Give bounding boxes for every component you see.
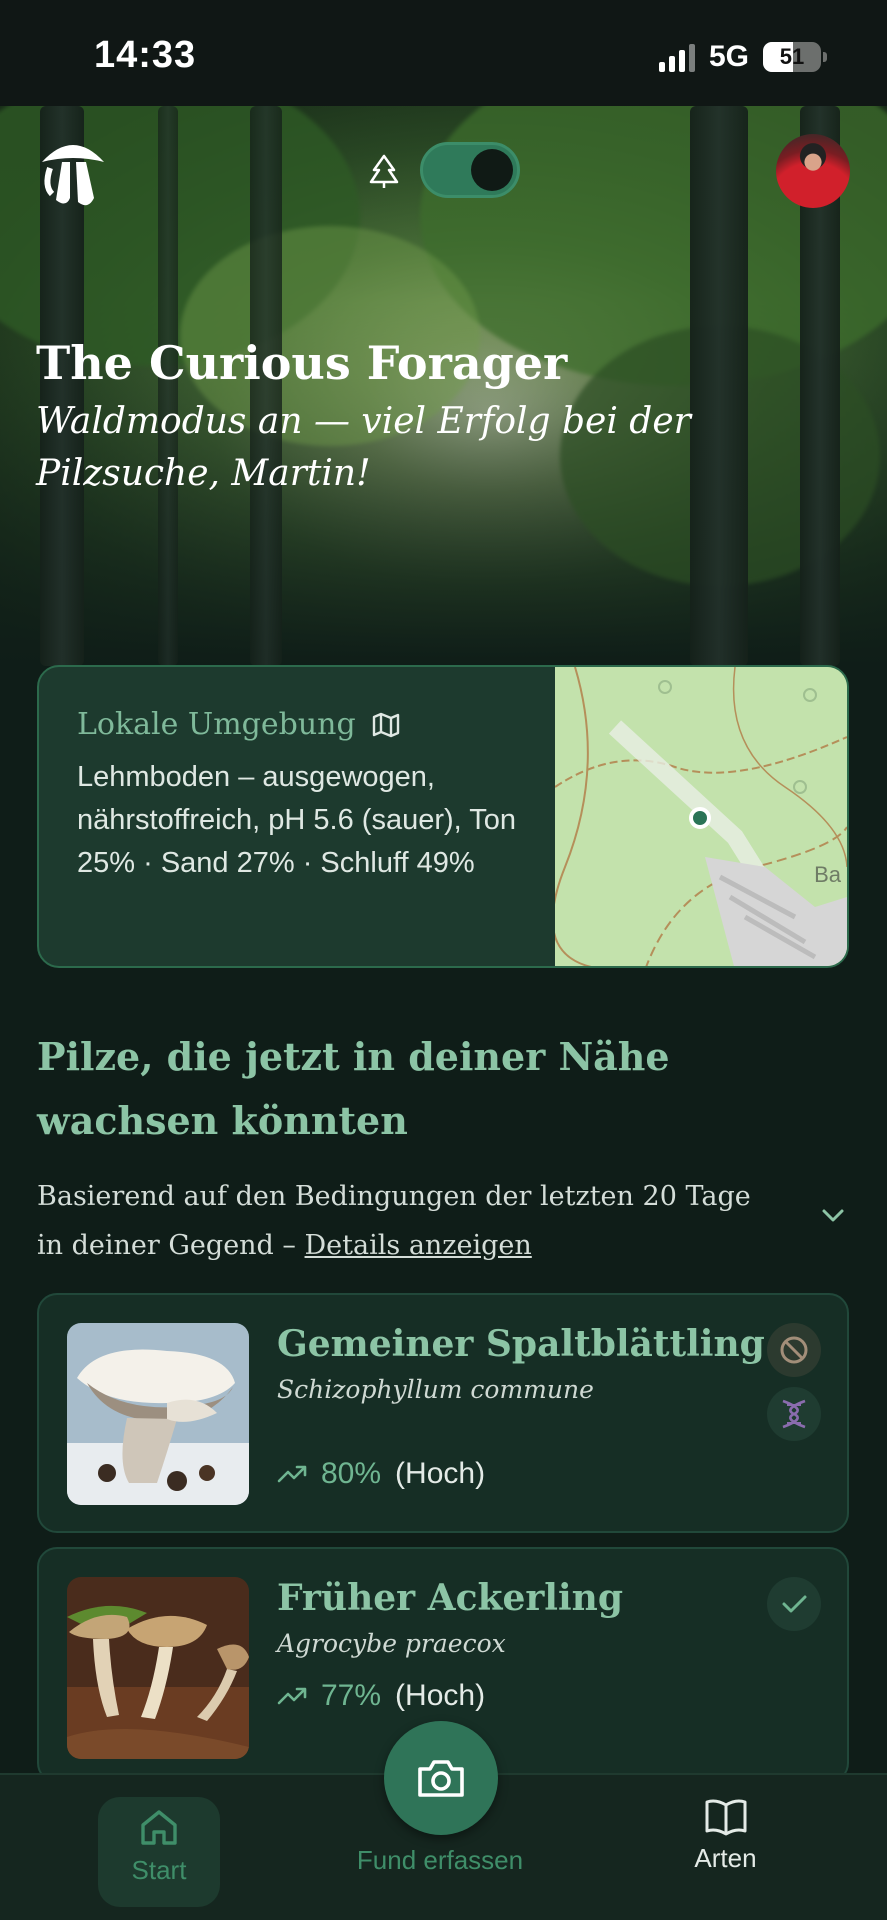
map-icon bbox=[372, 712, 399, 737]
species-latin-name: Agrocybe praecox bbox=[277, 1629, 506, 1658]
forest-mode-toggle[interactable] bbox=[420, 142, 520, 198]
growth-probability: 77% (Hoch) bbox=[277, 1679, 485, 1713]
network-label: 5G bbox=[708, 40, 749, 73]
home-icon bbox=[141, 1810, 177, 1845]
nav-capture-label: Fund erfassen bbox=[356, 1845, 524, 1875]
growth-probability: 80% (Hoch) bbox=[277, 1457, 485, 1491]
greeting: Waldmodus an — viel Erfolg bei der Pilzs… bbox=[36, 401, 691, 494]
details-link[interactable]: Details anzeigen bbox=[305, 1230, 532, 1261]
camera-button[interactable] bbox=[384, 1721, 498, 1835]
tree-icon bbox=[369, 154, 399, 188]
status-indicators: 5G 51 bbox=[658, 40, 827, 74]
forbidden-icon bbox=[780, 1336, 808, 1364]
edible-check-button[interactable] bbox=[767, 1577, 821, 1631]
dna-icon bbox=[782, 1399, 806, 1429]
probability-level: (Hoch) bbox=[395, 1457, 486, 1490]
nav-start-label: Start bbox=[131, 1855, 187, 1885]
check-icon bbox=[782, 1595, 807, 1613]
species-card[interactable]: Gemeiner Spaltblättling Schizophyllum co… bbox=[37, 1293, 849, 1533]
species-name: Gemeiner Spaltblättling bbox=[277, 1323, 765, 1365]
hero-banner: The Curious Forager Waldmodus an — viel … bbox=[0, 106, 887, 666]
toxic-warning-button[interactable] bbox=[767, 1323, 821, 1377]
nav-species-label: Arten bbox=[694, 1843, 757, 1873]
species-name: Früher Ackerling bbox=[277, 1577, 624, 1619]
status-time: 14:33 bbox=[94, 34, 197, 76]
environment-label: Lokale Umgebung bbox=[77, 707, 356, 742]
signal-icon bbox=[658, 42, 695, 72]
probability-level: (Hoch) bbox=[395, 1679, 486, 1712]
trend-up-icon bbox=[277, 1465, 307, 1483]
probability-value: 77% bbox=[321, 1679, 382, 1712]
location-map[interactable]: Ba bbox=[555, 667, 847, 966]
book-icon bbox=[705, 1799, 746, 1836]
section-description: Basierend auf den Bedingungen der letzte… bbox=[37, 1181, 751, 1261]
camera-icon bbox=[418, 1760, 464, 1797]
chevron-down-icon[interactable] bbox=[818, 1203, 848, 1227]
location-marker bbox=[689, 807, 711, 829]
avatar[interactable] bbox=[776, 134, 850, 208]
mushroom-logo-icon[interactable] bbox=[36, 132, 110, 212]
nav-capture[interactable]: Fund erfassen bbox=[330, 1845, 550, 1876]
local-environment-card[interactable]: Lokale Umgebung Lehmboden – ausgewogen, … bbox=[37, 665, 849, 968]
species-latin-name: Schizophyllum commune bbox=[277, 1375, 594, 1404]
section-title: Pilze, die jetzt in deiner Nähe wachsen … bbox=[37, 1034, 670, 1143]
battery-icon: 51 bbox=[763, 42, 821, 72]
nav-species[interactable]: Arten bbox=[668, 1797, 783, 1874]
app-title: The Curious Forager bbox=[36, 336, 568, 390]
dna-button[interactable] bbox=[767, 1387, 821, 1441]
species-photo bbox=[67, 1577, 249, 1759]
trend-up-icon bbox=[277, 1687, 307, 1705]
environment-description: Lehmboden – ausgewogen, nährstoffreich, … bbox=[77, 761, 516, 879]
battery-level: 51 bbox=[779, 44, 805, 69]
status-bar: 14:33 5G 51 bbox=[0, 0, 887, 106]
nav-start[interactable]: Start bbox=[98, 1797, 220, 1907]
map-place-label: Ba bbox=[814, 862, 841, 887]
probability-value: 80% bbox=[321, 1457, 382, 1490]
species-photo bbox=[67, 1323, 249, 1505]
